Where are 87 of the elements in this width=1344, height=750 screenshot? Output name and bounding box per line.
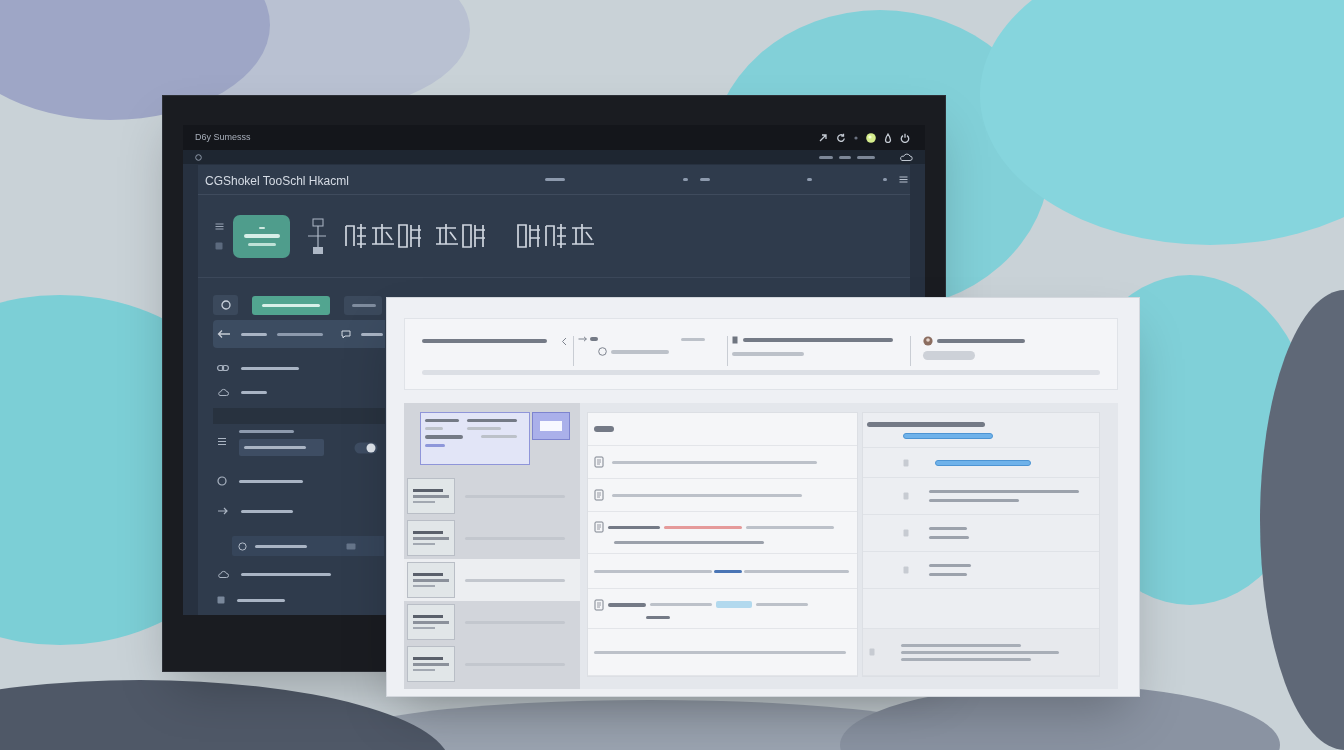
highlighted-text-line xyxy=(716,601,752,608)
avatar-icon xyxy=(923,336,933,346)
input-field[interactable] xyxy=(239,439,324,456)
placeholder-text-line xyxy=(239,479,303,483)
placeholder-text-line xyxy=(361,332,383,336)
chat-icon xyxy=(341,329,351,339)
document-icon xyxy=(594,456,604,468)
thumbnail-image xyxy=(407,604,455,640)
document-icon xyxy=(594,489,604,501)
arrow-icon xyxy=(818,132,828,143)
square-icon xyxy=(217,596,225,604)
placeholder-text-line xyxy=(352,303,376,307)
cloud-icon xyxy=(217,388,229,396)
placeholder-text-line xyxy=(857,155,875,159)
list-icon xyxy=(217,437,227,446)
placeholder-text-line xyxy=(650,603,712,606)
placeholder-text-line xyxy=(467,427,501,430)
toggle-icon xyxy=(354,441,378,454)
placeholder-text-line xyxy=(277,332,323,336)
placeholder-text-line xyxy=(425,419,459,422)
placeholder-text-line xyxy=(241,332,267,336)
square-icon xyxy=(215,241,223,250)
thumbnail-image xyxy=(407,478,455,514)
placeholder-text-line xyxy=(756,603,808,606)
placeholder-text-line xyxy=(929,536,969,539)
placeholder-text-line xyxy=(262,303,320,307)
placeholder-text-line xyxy=(237,598,285,602)
drop-icon xyxy=(884,132,892,143)
circle-icon xyxy=(195,153,202,161)
list-icon xyxy=(215,222,224,230)
thumbnail-row[interactable] xyxy=(404,559,580,601)
placeholder-text-line xyxy=(545,178,565,181)
app-title: CGShokel TooSchl Hkacml xyxy=(205,173,349,188)
arrow-icon xyxy=(217,329,231,339)
square-icon xyxy=(903,492,909,500)
placeholder-text-line xyxy=(608,525,660,529)
placeholder-text-line xyxy=(241,366,299,370)
card-icon xyxy=(346,542,356,550)
placeholder-text-line xyxy=(929,527,967,530)
placeholder-text-line xyxy=(247,242,276,246)
thumbnail-image xyxy=(407,562,455,598)
list-item-box[interactable] xyxy=(232,536,384,556)
placeholder-text-line xyxy=(241,390,267,394)
arrow-icon xyxy=(578,336,587,342)
thumbnail-image xyxy=(407,520,455,556)
top-bar-title: D6y Sumesss xyxy=(195,133,251,142)
document-icon xyxy=(594,598,604,611)
link-icon xyxy=(217,364,229,372)
placeholder-text-line xyxy=(241,509,293,513)
document-icon xyxy=(594,521,604,533)
image-thumbnail xyxy=(532,412,570,440)
placeholder-text-line xyxy=(929,573,967,576)
placeholder-text-line xyxy=(425,427,443,430)
power-icon xyxy=(900,132,910,143)
square-icon xyxy=(903,458,909,467)
arrow-icon xyxy=(217,507,229,515)
preview-card[interactable] xyxy=(420,412,530,465)
placeholder-text-line xyxy=(425,444,445,447)
placeholder-text-line xyxy=(239,430,294,433)
hierarchy-icon xyxy=(308,217,326,255)
illegible-heading-drawing xyxy=(434,222,488,250)
list-icon xyxy=(899,176,908,183)
circle-icon xyxy=(866,132,876,143)
placeholder-text-line xyxy=(244,446,306,449)
square-icon xyxy=(732,336,738,344)
placeholder-text-line xyxy=(929,564,971,567)
dot-icon xyxy=(854,135,858,140)
chevron-left-icon xyxy=(561,337,567,346)
refresh-icon xyxy=(836,132,846,143)
placeholder-text-line xyxy=(714,569,742,573)
square-icon xyxy=(869,648,875,656)
placeholder-text-line xyxy=(681,337,705,341)
cloud-icon xyxy=(899,153,913,161)
cloud-icon xyxy=(217,570,229,578)
placeholder-text-line xyxy=(467,419,517,422)
circle-icon xyxy=(217,476,227,486)
placeholder-text-line xyxy=(481,435,517,438)
placeholder-text-line xyxy=(255,544,307,548)
tab[interactable] xyxy=(213,295,238,315)
circle-icon xyxy=(598,347,607,356)
square-icon xyxy=(903,566,909,574)
circle-icon xyxy=(220,300,231,310)
square-icon xyxy=(903,529,909,537)
tab[interactable] xyxy=(252,295,330,315)
thumbnail-image xyxy=(407,646,455,682)
circle-icon xyxy=(238,541,247,551)
placeholder-text-line xyxy=(646,615,670,619)
